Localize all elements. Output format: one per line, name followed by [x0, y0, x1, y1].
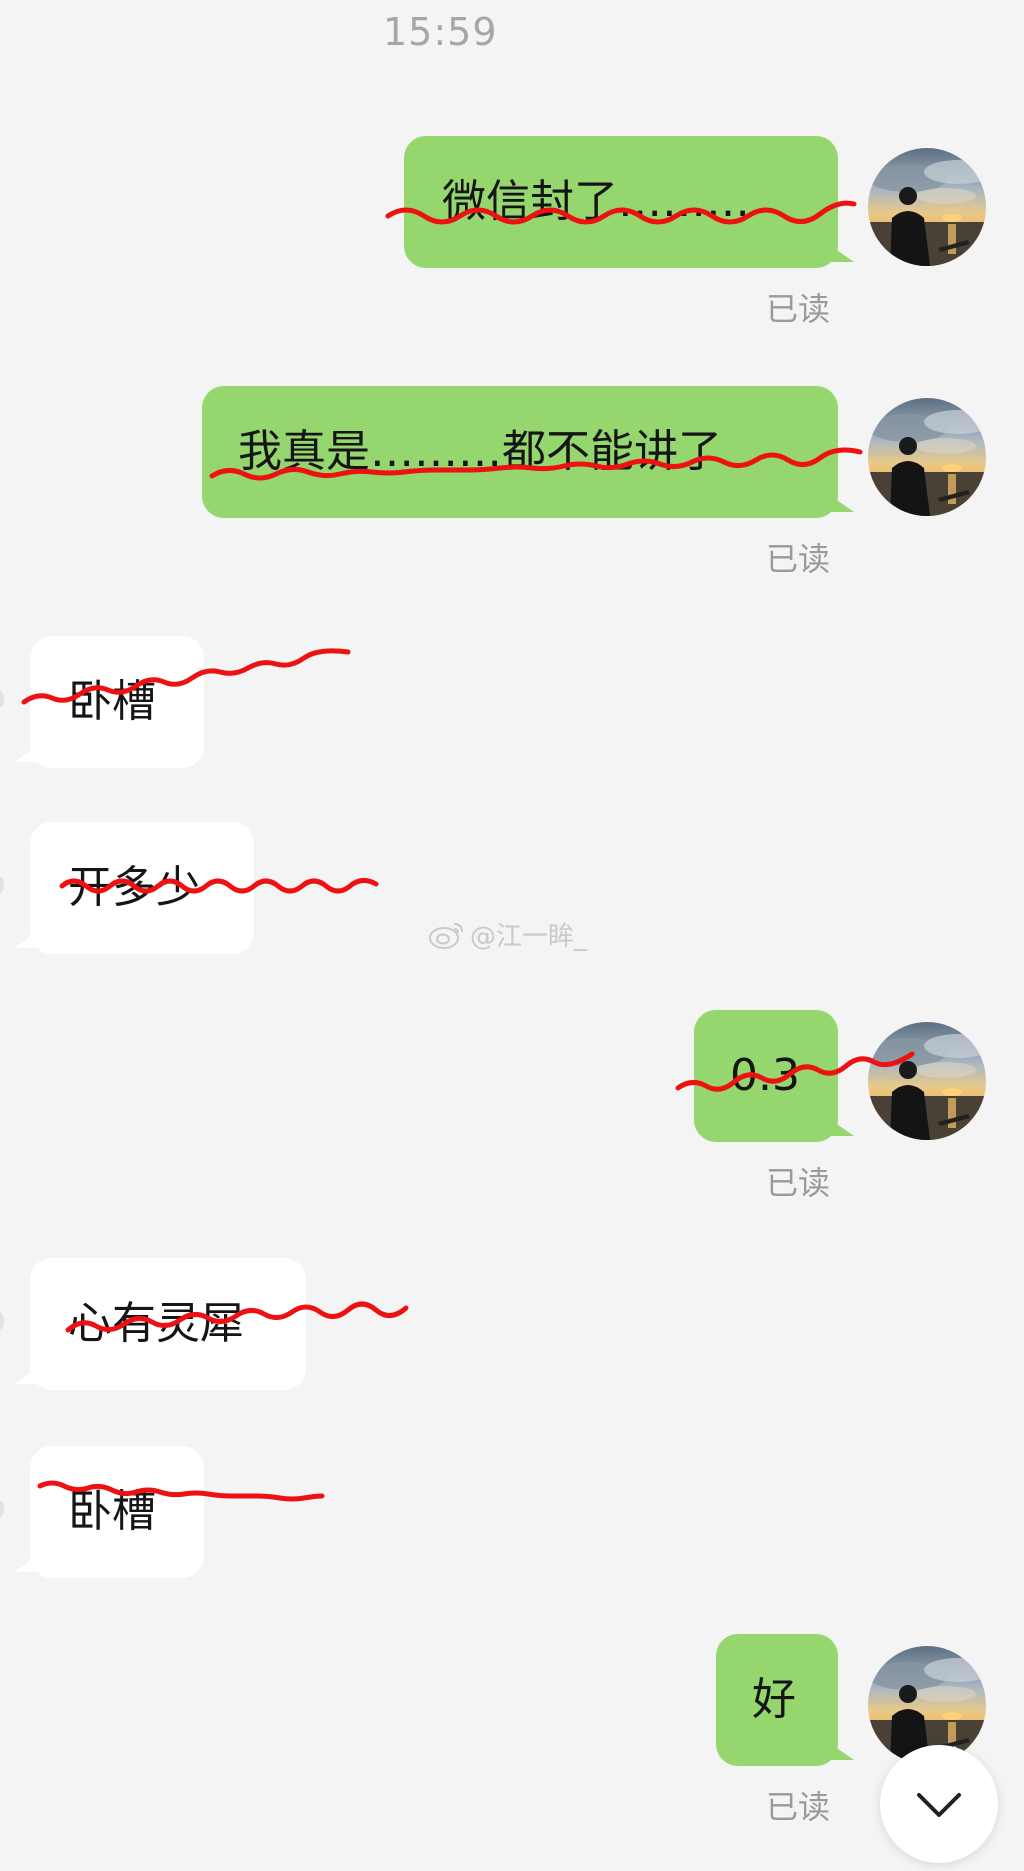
- chat-timestamp: 15:59: [383, 10, 498, 54]
- watermark-text: @江一眸_: [470, 922, 588, 952]
- my-avatar[interactable]: [868, 1022, 986, 1140]
- outgoing-message-bubble[interactable]: 我真是………都不能讲了: [202, 386, 854, 518]
- message-text: 心有灵犀: [68, 1298, 244, 1349]
- bubble-tail: [828, 1742, 854, 1760]
- read-receipt: 已读: [766, 540, 831, 578]
- weibo-icon: [429, 922, 463, 949]
- message-text: 好: [752, 1674, 796, 1725]
- outgoing-message-bubble[interactable]: 好: [716, 1634, 854, 1766]
- avatar-edge: [0, 876, 4, 894]
- read-receipt: 已读: [766, 1788, 831, 1826]
- my-avatar[interactable]: [868, 148, 986, 266]
- bubble-tail: [828, 244, 854, 262]
- avatar-edge: [0, 1500, 4, 1518]
- message-text: 卧槽: [68, 676, 156, 727]
- message-text: 卧槽: [68, 1486, 156, 1537]
- incoming-message-bubble[interactable]: 开多少: [14, 822, 254, 954]
- bubble-tail: [14, 1366, 40, 1384]
- avatar-edge: [0, 690, 4, 708]
- message-text: 开多少: [68, 862, 200, 913]
- bubble-tail: [828, 494, 854, 512]
- read-receipt: 已读: [766, 1164, 831, 1202]
- my-avatar[interactable]: [868, 398, 986, 516]
- read-receipt: 已读: [766, 290, 831, 328]
- watermark: @江一眸_: [428, 916, 587, 953]
- bubble-tail: [828, 1118, 854, 1136]
- message-text: 微信封了………: [442, 176, 750, 227]
- chevron-down-icon: [917, 1793, 961, 1817]
- message-text: 0.3: [730, 1050, 800, 1101]
- outgoing-message-bubble[interactable]: 0.3: [694, 1010, 854, 1142]
- bubble-tail: [14, 744, 40, 762]
- message-text: 我真是………都不能讲了: [238, 426, 722, 477]
- incoming-message-bubble[interactable]: 卧槽: [14, 636, 204, 768]
- scroll-to-bottom-button[interactable]: [880, 1745, 998, 1863]
- outgoing-message-bubble[interactable]: 微信封了………: [404, 136, 854, 268]
- bubble-tail: [14, 1554, 40, 1572]
- incoming-message-bubble[interactable]: 心有灵犀: [14, 1258, 306, 1390]
- bubble-tail: [14, 930, 40, 948]
- avatar-edge: [0, 1312, 4, 1330]
- incoming-message-bubble[interactable]: 卧槽: [14, 1446, 204, 1578]
